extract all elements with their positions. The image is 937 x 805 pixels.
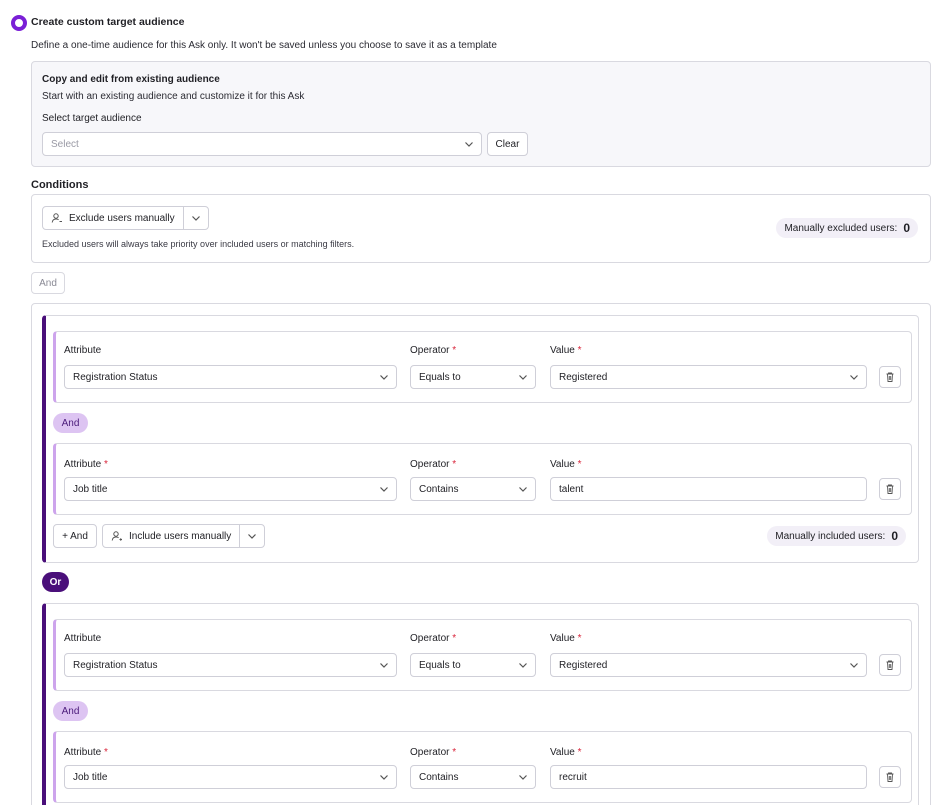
exclude-users-label: Exclude users manually — [69, 212, 175, 224]
trash-icon — [886, 660, 894, 670]
attribute-label: Attribute * — [64, 747, 108, 758]
target-audience-select[interactable]: Select — [42, 132, 482, 156]
attribute-label: Attribute — [64, 345, 102, 356]
operator-label: Operator * — [410, 345, 457, 356]
value-input[interactable]: recruit — [550, 765, 867, 789]
or-connector-pill: Or — [42, 572, 69, 592]
custom-audience-radio[interactable] — [11, 15, 27, 31]
chevron-down-icon — [850, 375, 858, 380]
exclude-users-dropdown[interactable] — [184, 207, 208, 229]
copy-audience-panel: Copy and edit from existing audience Sta… — [31, 61, 931, 167]
chevron-down-icon — [248, 534, 257, 539]
operator-select[interactable]: Equals to — [410, 653, 536, 677]
included-users-label: Manually included users: — [775, 530, 886, 542]
trash-icon — [886, 372, 894, 382]
chevron-down-icon — [519, 663, 527, 668]
attribute-label: Attribute * — [64, 459, 108, 470]
section-title: Create custom target audience — [31, 16, 185, 28]
trash-icon — [886, 484, 894, 494]
select-audience-label: Select target audience — [42, 113, 142, 124]
add-and-button[interactable]: + And — [53, 524, 97, 548]
value-label: Value * — [550, 633, 582, 644]
chevron-down-icon — [380, 375, 388, 380]
chevron-down-icon — [380, 487, 388, 492]
delete-rule-button[interactable] — [879, 654, 901, 676]
value-select[interactable]: Registered — [550, 365, 867, 389]
chevron-down-icon — [850, 663, 858, 668]
and-connector-pill: And — [53, 413, 88, 433]
attribute-select[interactable]: Job title — [64, 765, 397, 789]
chevron-down-icon — [519, 375, 527, 380]
include-users-split-button[interactable]: Include users manually — [102, 524, 266, 548]
operator-label: Operator * — [410, 633, 457, 644]
value-label: Value * — [550, 345, 582, 356]
chevron-down-icon — [380, 663, 388, 668]
chevron-down-icon — [519, 487, 527, 492]
exclude-users-split-button[interactable]: Exclude users manually — [42, 206, 209, 230]
chevron-down-icon — [191, 216, 200, 221]
chevron-down-icon — [380, 775, 388, 780]
exclude-panel: Exclude users manually Excluded users wi… — [31, 194, 931, 263]
operator-select[interactable]: Contains — [410, 477, 536, 501]
exclude-note: Excluded users will always take priority… — [42, 239, 355, 249]
include-users-dropdown[interactable] — [240, 525, 264, 547]
attribute-select[interactable]: Registration Status — [64, 365, 397, 389]
include-users-label: Include users manually — [129, 530, 232, 542]
and-connector: And — [31, 272, 65, 294]
chevron-down-icon — [519, 775, 527, 780]
condition-rule: Attribute * Operator * Value * Job title… — [53, 443, 912, 515]
select-placeholder: Select — [51, 138, 79, 150]
excluded-users-value: 0 — [903, 221, 910, 235]
delete-rule-button[interactable] — [879, 766, 901, 788]
operator-label: Operator * — [410, 459, 457, 470]
trash-icon — [886, 772, 894, 782]
and-connector-pill: And — [53, 701, 88, 721]
exclude-users-button[interactable]: Exclude users manually — [43, 207, 184, 229]
excluded-users-count: Manually excluded users: 0 — [776, 218, 918, 238]
condition-group: Attribute Operator * Value * Registratio… — [42, 315, 919, 563]
condition-rule: Attribute Operator * Value * Registratio… — [53, 331, 912, 403]
operator-label: Operator * — [410, 747, 457, 758]
included-users-count: Manually included users: 0 — [767, 526, 906, 546]
attribute-select[interactable]: Registration Status — [64, 653, 397, 677]
value-input[interactable]: talent — [550, 477, 867, 501]
operator-select[interactable]: Contains — [410, 765, 536, 789]
condition-group: Attribute Operator * Value * Registratio… — [42, 603, 919, 805]
include-users-button[interactable]: Include users manually — [103, 525, 241, 547]
value-label: Value * — [550, 747, 582, 758]
included-users-value: 0 — [891, 529, 898, 543]
value-select[interactable]: Registered — [550, 653, 867, 677]
operator-select[interactable]: Equals to — [410, 365, 536, 389]
condition-rule: Attribute * Operator * Value * Job title… — [53, 731, 912, 803]
attribute-label: Attribute — [64, 633, 102, 644]
attribute-select[interactable]: Job title — [64, 477, 397, 501]
chevron-down-icon — [465, 142, 473, 147]
excluded-users-label: Manually excluded users: — [784, 222, 898, 234]
clear-button[interactable]: Clear — [487, 132, 528, 156]
section-subtitle: Define a one-time audience for this Ask … — [31, 40, 497, 51]
delete-rule-button[interactable] — [879, 366, 901, 388]
user-plus-icon — [111, 531, 122, 541]
condition-rule: Attribute Operator * Value * Registratio… — [53, 619, 912, 691]
condition-groups-container: Attribute Operator * Value * Registratio… — [31, 303, 931, 805]
user-minus-icon — [51, 213, 62, 223]
copy-panel-subtitle: Start with an existing audience and cust… — [42, 91, 305, 102]
value-label: Value * — [550, 459, 582, 470]
copy-panel-title: Copy and edit from existing audience — [42, 74, 220, 85]
delete-rule-button[interactable] — [879, 478, 901, 500]
conditions-title: Conditions — [31, 179, 89, 191]
